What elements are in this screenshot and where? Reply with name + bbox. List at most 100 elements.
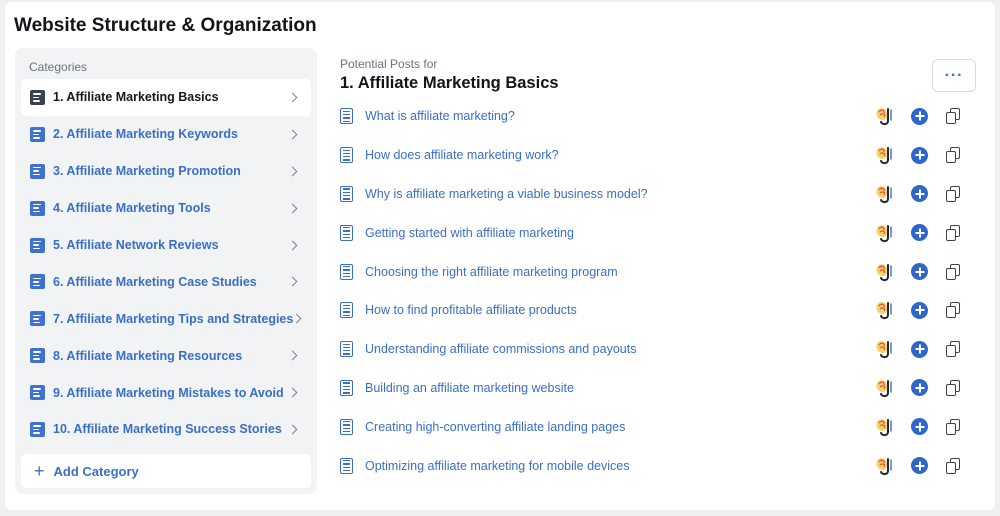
document-lines-icon (30, 200, 45, 216)
document-icon (340, 302, 353, 319)
post-actions (874, 175, 961, 214)
sidebar-item[interactable]: 2. Affiliate Marketing Keywords (21, 116, 311, 153)
copy-icon[interactable] (946, 418, 961, 435)
sidebar-item[interactable]: 10. Affiliate Marketing Success Stories (21, 411, 311, 448)
copy-icon[interactable] (946, 263, 961, 280)
document-lines-icon (30, 126, 45, 142)
copy-icon[interactable] (946, 302, 961, 319)
post-title-link[interactable]: Building an affiliate marketing website (365, 381, 574, 395)
post-title-link[interactable]: How does affiliate marketing work? (365, 148, 559, 162)
plus-circle-icon[interactable] (911, 107, 928, 125)
sidebar-item-label: 2. Affiliate Marketing Keywords (53, 127, 238, 142)
add-category-button[interactable]: + Add Category (21, 454, 311, 488)
sidebar-item-label: 1. Affiliate Marketing Basics (53, 90, 219, 105)
post-row: Getting started with affiliate marketing (340, 213, 980, 252)
document-lines-icon (30, 348, 45, 364)
ellipsis-icon: ··· (944, 66, 964, 84)
chevron-right-icon (287, 424, 298, 435)
magic-wand-icon[interactable] (874, 144, 896, 166)
copy-icon[interactable] (946, 379, 961, 396)
magic-wand-icon[interactable] (874, 261, 896, 283)
plus-circle-icon[interactable] (911, 185, 928, 203)
document-icon (340, 147, 353, 164)
post-actions (874, 97, 961, 136)
plus-circle-icon[interactable] (911, 457, 928, 475)
magic-wand-icon[interactable] (874, 338, 896, 360)
plus-circle-icon[interactable] (911, 146, 928, 164)
sidebar-item-label: 4. Affiliate Marketing Tools (53, 201, 211, 216)
sidebar-item-label: 3. Affiliate Marketing Promotion (53, 164, 241, 179)
post-row: What is affiliate marketing? (340, 97, 980, 136)
magic-wand-icon[interactable] (874, 377, 896, 399)
document-icon (340, 418, 353, 435)
post-actions (874, 136, 961, 175)
post-title-link[interactable]: How to find profitable affiliate product… (365, 303, 577, 317)
sidebar-item-label: 8. Affiliate Marketing Resources (53, 348, 243, 363)
copy-icon[interactable] (946, 224, 961, 241)
post-title-link[interactable]: Choosing the right affiliate marketing p… (365, 265, 618, 279)
sidebar-item[interactable]: 1. Affiliate Marketing Basics (21, 79, 311, 116)
posts-heading: 1. Affiliate Marketing Basics (340, 74, 559, 92)
copy-icon[interactable] (946, 341, 961, 358)
magic-wand-icon[interactable] (874, 105, 896, 127)
document-lines-icon (30, 274, 45, 290)
document-lines-icon (30, 237, 45, 253)
post-row: Optimizing affiliate marketing for mobil… (340, 446, 980, 485)
sidebar-item[interactable]: 9. Affiliate Marketing Mistakes to Avoid (21, 374, 311, 411)
sidebar-item[interactable]: 4. Affiliate Marketing Tools (21, 190, 311, 227)
sidebar-item[interactable]: 8. Affiliate Marketing Resources (21, 337, 311, 374)
chevron-right-icon (287, 129, 298, 140)
plus-circle-icon[interactable] (911, 263, 928, 281)
plus-circle-icon[interactable] (911, 340, 928, 358)
post-actions (874, 407, 961, 446)
sidebar-item[interactable]: 6. Affiliate Marketing Case Studies (21, 263, 311, 300)
document-lines-icon (30, 163, 45, 179)
chevron-right-icon (287, 350, 298, 361)
document-icon (340, 185, 353, 202)
magic-wand-icon[interactable] (874, 183, 896, 205)
plus-circle-icon[interactable] (911, 379, 928, 397)
plus-circle-icon[interactable] (911, 301, 928, 319)
more-options-button[interactable]: ··· (932, 59, 976, 92)
post-actions (874, 291, 961, 330)
post-title-link[interactable]: Understanding affiliate commissions and … (365, 342, 636, 356)
chevron-right-icon (287, 92, 298, 103)
chevron-right-icon (287, 166, 298, 177)
sidebar-item-label: 9. Affiliate Marketing Mistakes to Avoid (53, 385, 284, 400)
post-row: Why is affiliate marketing a viable busi… (340, 175, 980, 214)
magic-wand-icon[interactable] (874, 222, 896, 244)
plus-circle-icon[interactable] (911, 224, 928, 242)
document-icon (340, 457, 353, 474)
post-title-link[interactable]: Optimizing affiliate marketing for mobil… (365, 459, 629, 473)
chevron-right-icon (287, 387, 298, 398)
sidebar-item-label: 6. Affiliate Marketing Case Studies (53, 274, 257, 289)
document-icon (340, 224, 353, 241)
post-actions (874, 369, 961, 408)
post-title-link[interactable]: Why is affiliate marketing a viable busi… (365, 187, 648, 201)
magic-wand-icon[interactable] (874, 299, 896, 321)
document-icon (340, 379, 353, 396)
post-title-link[interactable]: What is affiliate marketing? (365, 109, 515, 123)
sidebar-item[interactable]: 7. Affiliate Marketing Tips and Strategi… (21, 300, 311, 337)
post-row: Building an affiliate marketing website (340, 369, 980, 408)
magic-wand-icon[interactable] (874, 416, 896, 438)
copy-icon[interactable] (946, 457, 961, 474)
copy-icon[interactable] (946, 108, 961, 125)
magic-wand-icon[interactable] (874, 455, 896, 477)
post-title-link[interactable]: Getting started with affiliate marketing (365, 226, 574, 240)
plus-circle-icon[interactable] (911, 418, 928, 436)
chevron-right-icon (287, 203, 298, 214)
plus-icon: + (34, 461, 45, 481)
post-row: How to find profitable affiliate product… (340, 291, 980, 330)
category-list: 1. Affiliate Marketing Basics 2. Affiliat… (21, 79, 311, 448)
sidebar-item[interactable]: 3. Affiliate Marketing Promotion (21, 153, 311, 190)
post-title-link[interactable]: Creating high-converting affiliate landi… (365, 420, 625, 434)
post-actions (874, 446, 961, 485)
document-lines-icon (30, 385, 45, 401)
document-icon (340, 108, 353, 125)
copy-icon[interactable] (946, 147, 961, 164)
sidebar-item-label: 10. Affiliate Marketing Success Stories (53, 422, 282, 437)
sidebar-item[interactable]: 5. Affiliate Network Reviews (21, 227, 311, 264)
copy-icon[interactable] (946, 185, 961, 202)
add-category-label: Add Category (53, 463, 139, 479)
